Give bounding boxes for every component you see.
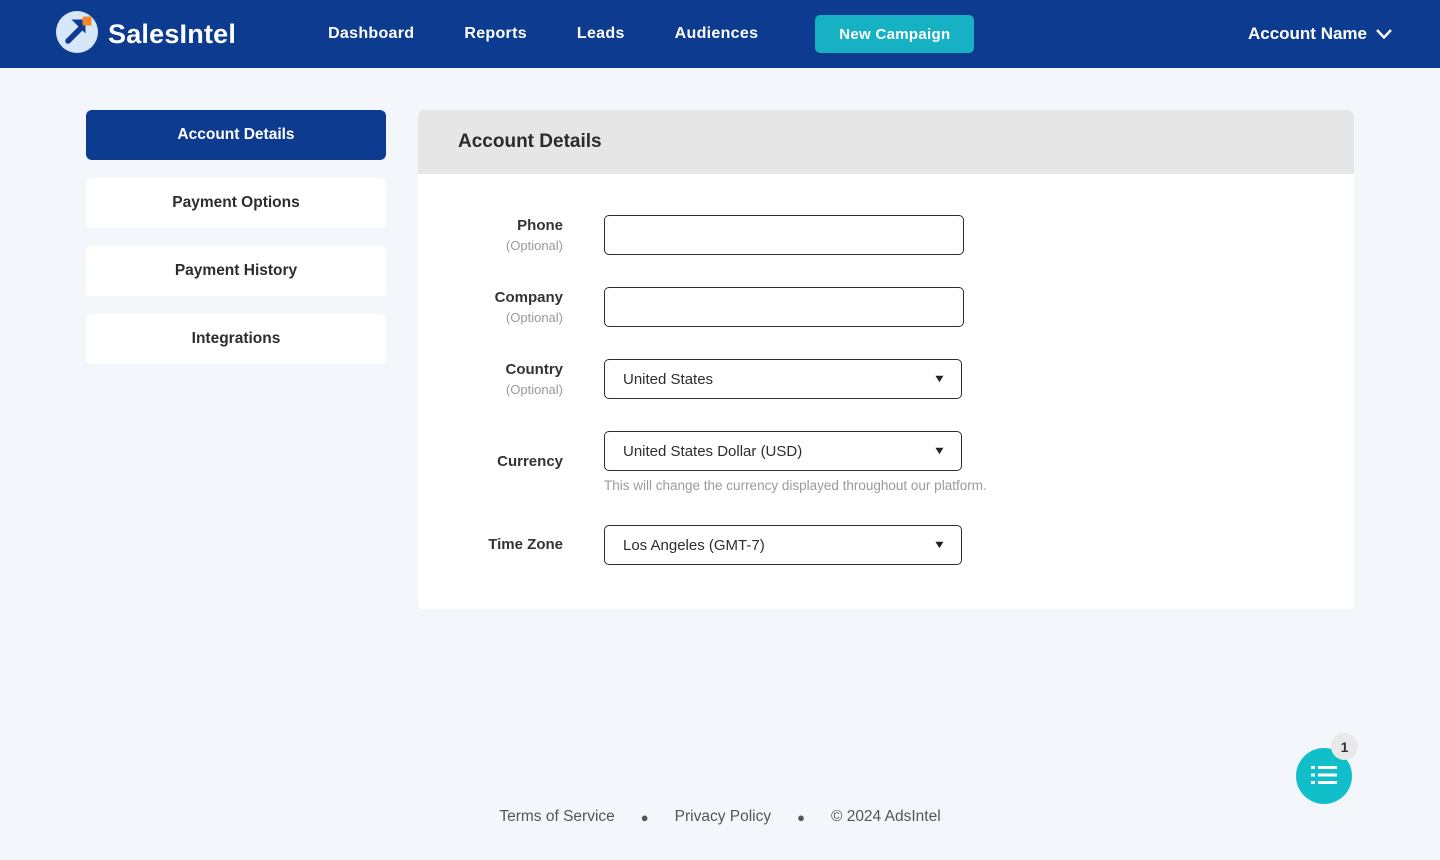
currency-select[interactable]: United States Dollar (USD) ▼ bbox=[604, 431, 962, 471]
currency-selected-value: United States Dollar (USD) bbox=[623, 442, 803, 460]
timezone-row: Time Zone Los Angeles (GMT-7) ▼ bbox=[458, 525, 1314, 565]
company-optional-note: (Optional) bbox=[505, 309, 563, 325]
copyright-text: © 2024 AdsIntel bbox=[830, 808, 941, 825]
company-input[interactable] bbox=[604, 287, 964, 327]
country-optional-note: (Optional) bbox=[505, 381, 563, 397]
currency-helper-text: This will change the currency displayed … bbox=[604, 478, 987, 493]
sidebar-item-payment-history[interactable]: Payment History bbox=[86, 246, 386, 296]
currency-label: Currency bbox=[497, 452, 563, 470]
caret-down-icon: ▼ bbox=[932, 373, 947, 385]
phone-optional-note: (Optional) bbox=[505, 237, 563, 253]
sidebar-item-payment-options[interactable]: Payment Options bbox=[86, 178, 386, 228]
chat-widget: 1 bbox=[1296, 733, 1358, 804]
settings-sidebar: Account Details Payment Options Payment … bbox=[86, 110, 386, 364]
salesintel-logo-icon bbox=[56, 10, 98, 58]
chevron-down-icon bbox=[1376, 24, 1392, 44]
sidebar-item-account-details[interactable]: Account Details bbox=[86, 110, 386, 160]
currency-row: Currency United States Dollar (USD) ▼ Th… bbox=[458, 431, 1314, 493]
terms-of-service-link[interactable]: Terms of Service bbox=[499, 808, 614, 826]
company-row: Company (Optional) bbox=[458, 287, 1314, 327]
panel-title: Account Details bbox=[418, 110, 1354, 174]
timezone-label: Time Zone bbox=[488, 535, 563, 553]
company-label: Company bbox=[494, 289, 563, 307]
phone-input[interactable] bbox=[604, 215, 964, 255]
timezone-selected-value: Los Angeles (GMT-7) bbox=[623, 536, 765, 554]
brand-name: SalesIntel bbox=[108, 18, 237, 49]
new-campaign-button[interactable]: New Campaign bbox=[815, 15, 975, 53]
nav-reports[interactable]: Reports bbox=[464, 25, 527, 43]
timezone-select[interactable]: Los Angeles (GMT-7) ▼ bbox=[604, 525, 962, 565]
separator-dot: ● bbox=[797, 809, 805, 825]
account-details-panel: Account Details Phone (Optional) Company… bbox=[418, 110, 1354, 609]
country-label: Country bbox=[505, 361, 564, 379]
privacy-policy-link[interactable]: Privacy Policy bbox=[675, 808, 771, 826]
caret-down-icon: ▼ bbox=[932, 445, 947, 457]
country-select[interactable]: United States ▼ bbox=[604, 359, 962, 399]
phone-label: Phone bbox=[517, 217, 563, 235]
sidebar-item-integrations[interactable]: Integrations bbox=[86, 314, 386, 364]
phone-row: Phone (Optional) bbox=[458, 215, 1314, 255]
brand-logo[interactable]: SalesIntel bbox=[56, 10, 237, 58]
page-footer: Terms of Service ● Privacy Policy ● © 20… bbox=[0, 808, 1440, 826]
account-menu-label: Account Name bbox=[1247, 24, 1367, 43]
main-nav: Dashboard Reports Leads Audiences bbox=[328, 25, 758, 43]
main-layout: Account Details Payment Options Payment … bbox=[0, 68, 1440, 609]
caret-down-icon: ▼ bbox=[932, 539, 947, 551]
top-navbar: SalesIntel Dashboard Reports Leads Audie… bbox=[0, 0, 1440, 68]
separator-dot: ● bbox=[640, 809, 649, 825]
panel-body: Phone (Optional) Company (Optional) Coun… bbox=[418, 174, 1354, 609]
nav-dashboard[interactable]: Dashboard bbox=[328, 25, 414, 43]
country-row: Country (Optional) United States ▼ bbox=[458, 359, 1314, 399]
nav-leads[interactable]: Leads bbox=[577, 25, 625, 43]
country-selected-value: United States bbox=[623, 370, 714, 388]
list-icon bbox=[1311, 764, 1337, 789]
nav-audiences[interactable]: Audiences bbox=[675, 25, 759, 43]
account-menu[interactable]: Account Name bbox=[1248, 24, 1392, 44]
chat-unread-badge[interactable]: 1 bbox=[1331, 733, 1358, 760]
